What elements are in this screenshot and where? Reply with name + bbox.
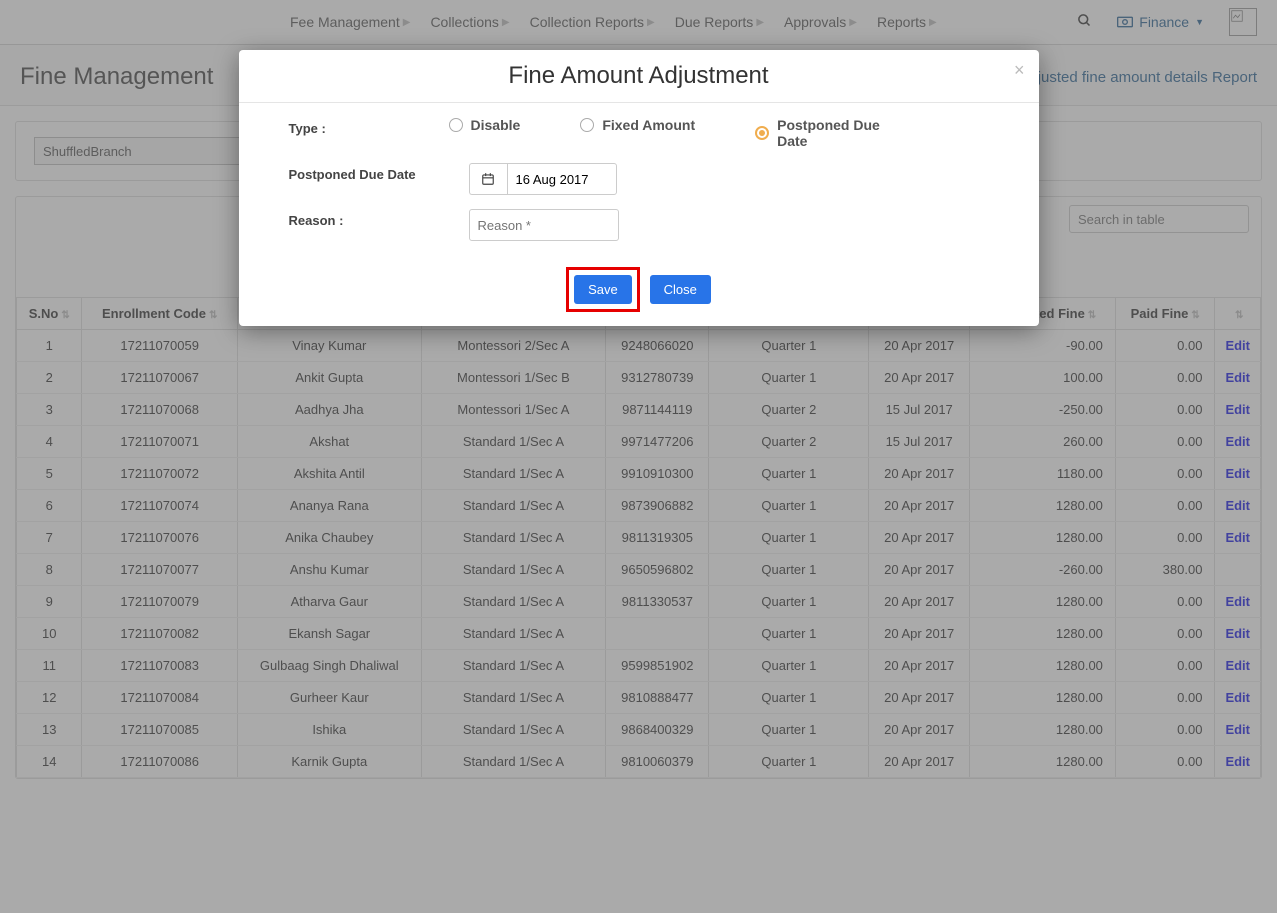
postponed-date-input[interactable]: [507, 163, 617, 195]
fine-adjustment-modal: Fine Amount Adjustment × Type : Disable …: [239, 50, 1039, 326]
close-button[interactable]: Close: [650, 275, 711, 304]
reason-input[interactable]: [469, 209, 619, 241]
close-icon[interactable]: ×: [1014, 60, 1025, 81]
postponed-date-label: Postponed Due Date: [289, 163, 449, 182]
radio-disable[interactable]: Disable: [449, 117, 521, 133]
calendar-icon[interactable]: [469, 163, 507, 195]
radio-postponed-due-date[interactable]: Postponed Due Date: [755, 117, 907, 149]
save-button[interactable]: Save: [574, 275, 632, 304]
type-label: Type :: [289, 117, 449, 136]
modal-overlay[interactable]: Fine Amount Adjustment × Type : Disable …: [0, 0, 1277, 913]
modal-title: Fine Amount Adjustment: [257, 62, 1021, 90]
save-button-highlight: Save: [566, 267, 640, 312]
reason-label: Reason :: [289, 209, 449, 228]
radio-fixed-amount[interactable]: Fixed Amount: [580, 117, 695, 133]
